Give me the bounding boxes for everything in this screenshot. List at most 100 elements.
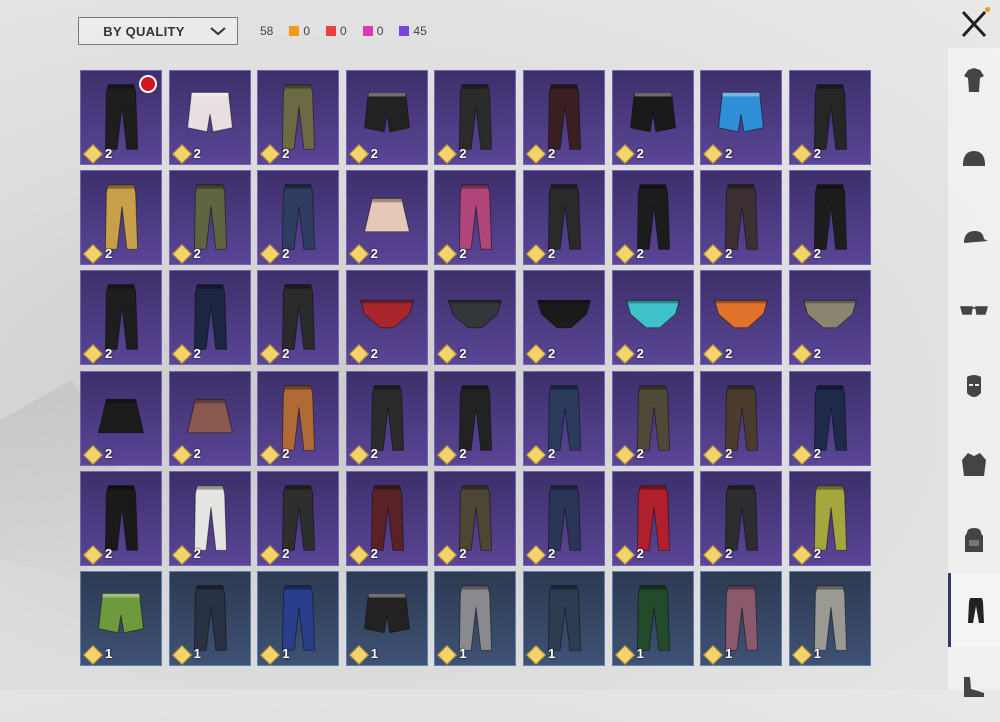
fragment-icon [348,244,369,265]
sidebar-tab-glasses[interactable] [948,273,1000,347]
item-count: 1 [83,645,112,665]
item-card[interactable]: 2 [345,70,428,165]
item-card[interactable]: 2 [168,170,251,266]
item-card[interactable]: 2 [345,470,428,566]
fragment-icon [348,544,369,565]
item-card[interactable]: 2 [700,170,783,266]
item-count-value: 2 [193,245,201,261]
quality-count-mythic: 0 [326,24,347,38]
item-count-value: 2 [636,145,644,161]
jacket-icon [962,453,986,476]
item-card[interactable]: 1 [611,570,694,666]
item-card[interactable]: 2 [345,270,428,366]
sidebar-tab-pants[interactable] [948,573,1000,647]
item-card[interactable]: 2 [611,470,694,566]
item-card[interactable]: 1 [345,570,428,666]
sidebar-tab-outfit[interactable] [948,43,1000,117]
item-card[interactable]: 2 [788,470,871,566]
item-card[interactable]: 2 [522,170,605,266]
item-card[interactable]: 2 [700,270,783,366]
item-card[interactable]: 2 [80,170,162,266]
item-card[interactable]: 2 [788,170,871,266]
item-card[interactable]: 2 [345,170,428,266]
item-card[interactable]: 1 [168,570,251,666]
item-card[interactable]: 2 [700,70,783,165]
item-card[interactable]: 2 [257,170,340,266]
item-count-value: 2 [370,446,379,462]
fragment-icon [260,144,281,164]
item-card[interactable]: 2 [434,70,517,165]
item-card[interactable]: 1 [434,570,517,666]
item-card[interactable]: 2 [522,470,605,566]
item-card[interactable]: 2 [611,370,694,466]
fragment-icon [171,444,192,465]
sidebar-tab-cap[interactable] [948,200,1000,274]
sort-dropdown[interactable]: BY QUALITY [78,17,238,45]
item-card[interactable]: 2 [257,370,340,466]
sidebar-tab-backpack[interactable] [948,503,1000,577]
item-card[interactable]: 2 [257,70,340,165]
item-card[interactable]: 2 [168,370,251,466]
item-card[interactable]: 2 [611,170,694,266]
item-card[interactable]: 2 [168,470,251,566]
item-count: 1 [171,645,201,665]
fragment-icon [791,444,812,465]
sidebar-tab-jacket[interactable] [948,427,1000,501]
quality-swatch [399,26,410,36]
fragment-icon [703,645,724,665]
chevron-down-icon [210,27,226,36]
item-card[interactable]: 1 [257,570,340,666]
fragment-icon [83,444,103,465]
item-count: 2 [703,244,732,265]
sidebar-tab-shoes[interactable] [948,648,1000,722]
quality-swatch [289,26,300,36]
item-count: 2 [614,344,644,365]
item-card[interactable]: 2 [345,370,428,466]
item-count-value: 1 [547,646,556,662]
item-count-value: 2 [459,145,467,161]
item-card[interactable]: 1 [80,570,162,666]
item-count-value: 2 [105,245,113,261]
item-card[interactable]: 2 [700,470,783,566]
item-card[interactable]: 2 [788,270,871,366]
fragment-icon [437,645,458,665]
item-card[interactable]: 2 [168,70,251,165]
item-card[interactable]: 1 [700,570,783,666]
sidebar-tab-mask[interactable] [948,350,1000,424]
item-count: 2 [791,444,821,465]
item-count-value: 2 [193,145,201,161]
item-card[interactable]: 2 [80,470,162,566]
item-card[interactable]: 2 [434,370,517,466]
item-card[interactable]: 2 [788,370,871,466]
fragment-icon [703,344,724,365]
item-card[interactable]: 2 [434,270,517,366]
item-card[interactable]: 2 [257,270,340,366]
item-card[interactable]: 2 [257,470,340,566]
item-count: 2 [614,244,644,265]
item-count-value: 2 [459,546,467,562]
item-card[interactable]: 2 [700,370,783,466]
item-card[interactable]: 2 [522,370,605,466]
item-card[interactable]: 2 [522,270,605,366]
sidebar-tab-helmet[interactable] [948,122,1000,196]
item-card[interactable]: 2 [788,70,871,165]
item-card[interactable]: 2 [80,370,162,466]
item-card[interactable]: 2 [434,470,517,566]
item-card[interactable]: 2 [522,70,605,165]
quality-swatch [326,26,337,36]
item-card[interactable]: 2 [611,70,694,165]
item-card[interactable]: 2 [168,270,251,366]
item-card[interactable]: 2 [80,270,162,366]
item-card[interactable]: 1 [788,570,871,666]
brand-badge-icon [139,75,157,93]
item-card[interactable]: 2 [80,70,162,165]
pants-icon [967,598,984,623]
item-card[interactable]: 1 [522,570,605,666]
item-card[interactable]: 2 [611,270,694,366]
item-card[interactable]: 2 [434,170,517,266]
item-count: 2 [171,244,201,265]
fragment-icon [791,244,812,265]
fragment-icon [614,244,635,265]
item-count-value: 1 [193,646,201,662]
item-count: 1 [526,645,556,665]
